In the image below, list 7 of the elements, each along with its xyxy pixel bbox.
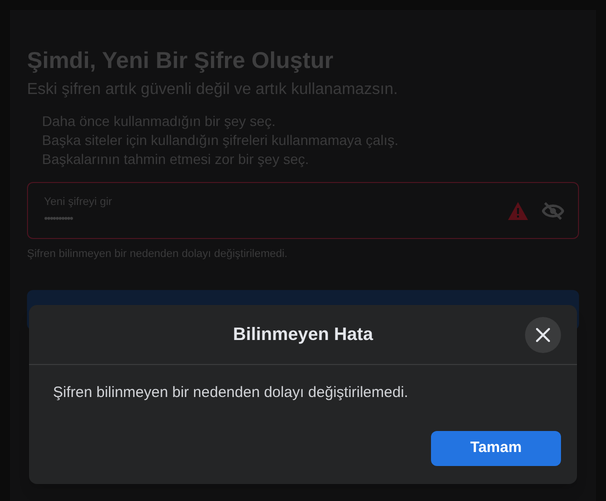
field-value: •••••••••• — [44, 212, 74, 226]
dialog-message: Şifren bilinmeyen bir nedenden dolayı değiştirilemedi. — [52, 383, 410, 403]
warning-icon — [508, 202, 528, 220]
close-icon — [536, 328, 550, 342]
ok-button[interactable]: Tamam — [431, 431, 561, 466]
dialog-title: Bilinmeyen Hata — [232, 323, 374, 346]
close-button[interactable] — [525, 317, 561, 353]
